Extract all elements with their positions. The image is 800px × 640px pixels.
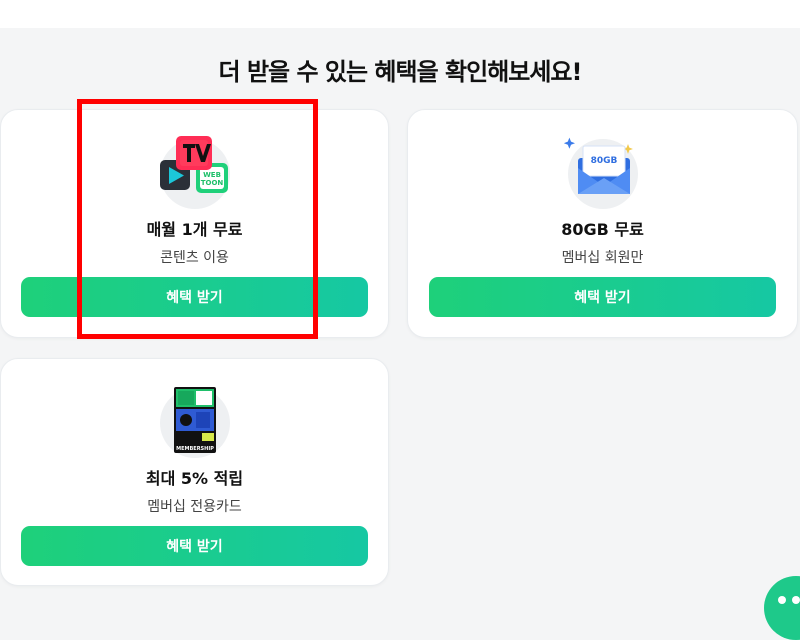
card-title: 최대 5% 적립 <box>145 469 244 488</box>
card-subtitle: 멤버십 전용카드 <box>147 499 242 515</box>
benefit-card-storage: 80GB 80GB 무료 멤버십 회원만 혜택 받기 <box>407 109 798 338</box>
benefit-card-membership-card: MEMBERSHIP 최대 5% 적립 멤버십 전용카드 혜택 받기 <box>0 358 389 586</box>
page-title-text: 더 받을 수 있는 혜택을 확인해보세요! <box>214 52 586 87</box>
mail-envelope-storage-icon: 80GB <box>563 134 642 212</box>
membership-card-icon: MEMBERSHIP <box>156 383 234 461</box>
get-benefit-button[interactable]: 혜택 받기 <box>21 526 368 566</box>
highlight-box <box>77 99 318 339</box>
chatbot-eye-icon <box>792 596 800 604</box>
chatbot-floating-button[interactable] <box>764 576 800 640</box>
card-title: 80GB 무료 <box>561 220 644 239</box>
card-subtitle: 멤버십 회원만 <box>561 250 644 266</box>
membership-icon-text: MEMBERSHIP <box>176 446 214 452</box>
storage-icon-text: 80GB <box>590 156 617 166</box>
get-benefit-button[interactable]: 혜택 받기 <box>429 277 776 317</box>
top-white-band <box>0 0 800 28</box>
chatbot-eye-icon <box>778 596 786 604</box>
page-title: 더 받을 수 있는 혜택을 확인해보세요! <box>0 52 800 87</box>
